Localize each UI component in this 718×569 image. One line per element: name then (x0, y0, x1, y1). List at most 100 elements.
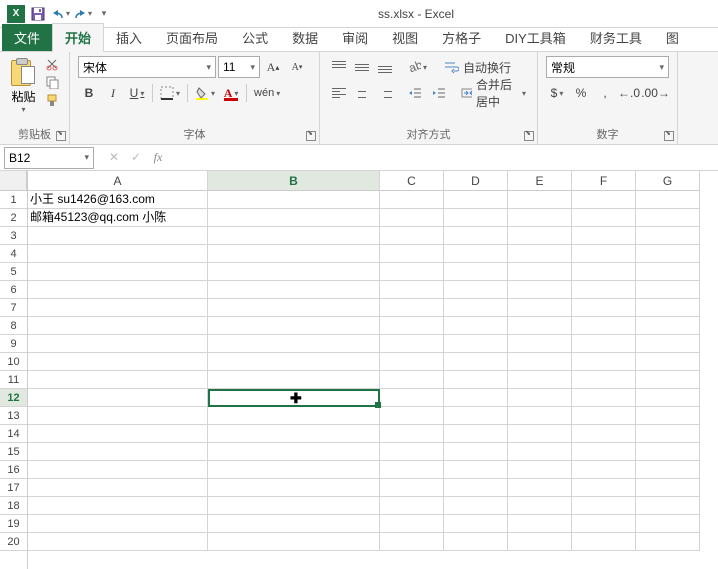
comma-button[interactable]: , (594, 82, 616, 104)
cell-D15[interactable] (444, 443, 508, 461)
cell-G15[interactable] (636, 443, 700, 461)
cell-E8[interactable] (508, 317, 572, 335)
cell-G10[interactable] (636, 353, 700, 371)
cell-G7[interactable] (636, 299, 700, 317)
cell-D16[interactable] (444, 461, 508, 479)
cell-F18[interactable] (572, 497, 636, 515)
cell-C20[interactable] (380, 533, 444, 551)
cell-F13[interactable] (572, 407, 636, 425)
cell-D18[interactable] (444, 497, 508, 515)
cell-A20[interactable] (28, 533, 208, 551)
cell-B5[interactable] (208, 263, 380, 281)
cell-F20[interactable] (572, 533, 636, 551)
cell-F7[interactable] (572, 299, 636, 317)
tab-data[interactable]: 数据 (280, 24, 330, 51)
cell-B9[interactable] (208, 335, 380, 353)
row-header-5[interactable]: 5 (0, 263, 27, 281)
cell-D5[interactable] (444, 263, 508, 281)
cell-B10[interactable] (208, 353, 380, 371)
cell-D19[interactable] (444, 515, 508, 533)
undo-icon[interactable]: ▾ (50, 4, 70, 24)
row-header-18[interactable]: 18 (0, 497, 27, 515)
underline-button[interactable]: U (126, 82, 148, 104)
col-header-D[interactable]: D (444, 171, 508, 191)
cell-D17[interactable] (444, 479, 508, 497)
cell-C4[interactable] (380, 245, 444, 263)
cell-G4[interactable] (636, 245, 700, 263)
cell-A3[interactable] (28, 227, 208, 245)
cell-F5[interactable] (572, 263, 636, 281)
cell-G14[interactable] (636, 425, 700, 443)
cell-C16[interactable] (380, 461, 444, 479)
cell-F11[interactable] (572, 371, 636, 389)
accept-formula-icon[interactable]: ✓ (128, 150, 144, 165)
row-header-2[interactable]: 2 (0, 209, 27, 227)
cell-D9[interactable] (444, 335, 508, 353)
row-header-20[interactable]: 20 (0, 533, 27, 551)
cell-F15[interactable] (572, 443, 636, 461)
align-center-icon[interactable] (351, 83, 373, 103)
cell-B2[interactable] (208, 209, 380, 227)
orientation-button[interactable]: ab (404, 56, 430, 78)
tab-layout[interactable]: 页面布局 (154, 24, 230, 51)
cell-F17[interactable] (572, 479, 636, 497)
cell-C9[interactable] (380, 335, 444, 353)
chevron-down-icon[interactable]: ▾ (84, 152, 89, 163)
save-icon[interactable] (28, 4, 48, 24)
row-header-8[interactable]: 8 (0, 317, 27, 335)
merge-center-button[interactable]: 合并后居中 (458, 82, 529, 104)
number-dialog-icon[interactable] (664, 131, 674, 141)
cancel-formula-icon[interactable]: ✕ (106, 150, 122, 165)
row-header-10[interactable]: 10 (0, 353, 27, 371)
tab-fgz[interactable]: 方格子 (430, 24, 493, 51)
cell-A16[interactable] (28, 461, 208, 479)
font-size-combo[interactable]: 11▾ (218, 56, 260, 78)
cell-B16[interactable] (208, 461, 380, 479)
cell-G12[interactable] (636, 389, 700, 407)
cell-grid[interactable]: ABCDEFG ✚ 小王 su1426@163.com邮箱45123@qq.co… (28, 171, 718, 569)
align-middle-icon[interactable] (351, 57, 373, 77)
cell-B7[interactable] (208, 299, 380, 317)
cell-E3[interactable] (508, 227, 572, 245)
cell-A8[interactable] (28, 317, 208, 335)
cell-E16[interactable] (508, 461, 572, 479)
cell-G2[interactable] (636, 209, 700, 227)
cell-B3[interactable] (208, 227, 380, 245)
currency-button[interactable]: $ (546, 82, 568, 104)
italic-button[interactable]: I (102, 82, 124, 104)
row-header-13[interactable]: 13 (0, 407, 27, 425)
cell-C13[interactable] (380, 407, 444, 425)
format-painter-icon[interactable] (43, 92, 61, 108)
cell-A6[interactable] (28, 281, 208, 299)
cell-C3[interactable] (380, 227, 444, 245)
cell-D2[interactable] (444, 209, 508, 227)
cut-icon[interactable] (43, 56, 61, 72)
copy-icon[interactable] (43, 74, 61, 90)
cell-A9[interactable] (28, 335, 208, 353)
font-name-combo[interactable]: 宋体▾ (78, 56, 216, 78)
col-header-A[interactable]: A (28, 171, 208, 191)
cell-C5[interactable] (380, 263, 444, 281)
cell-G16[interactable] (636, 461, 700, 479)
cell-D13[interactable] (444, 407, 508, 425)
align-top-icon[interactable] (328, 57, 350, 77)
cell-C6[interactable] (380, 281, 444, 299)
cell-G20[interactable] (636, 533, 700, 551)
border-button[interactable] (157, 82, 183, 104)
cell-C19[interactable] (380, 515, 444, 533)
font-color-button[interactable]: A (220, 82, 242, 104)
cell-F10[interactable] (572, 353, 636, 371)
row-header-14[interactable]: 14 (0, 425, 27, 443)
row-header-19[interactable]: 19 (0, 515, 27, 533)
cell-C17[interactable] (380, 479, 444, 497)
cell-E20[interactable] (508, 533, 572, 551)
cell-G17[interactable] (636, 479, 700, 497)
col-header-B[interactable]: B (208, 171, 380, 191)
cell-G11[interactable] (636, 371, 700, 389)
align-right-icon[interactable] (374, 83, 396, 103)
fx-icon[interactable]: fx (150, 150, 166, 165)
cell-A7[interactable] (28, 299, 208, 317)
cell-D11[interactable] (444, 371, 508, 389)
cell-E6[interactable] (508, 281, 572, 299)
tab-insert[interactable]: 插入 (104, 24, 154, 51)
